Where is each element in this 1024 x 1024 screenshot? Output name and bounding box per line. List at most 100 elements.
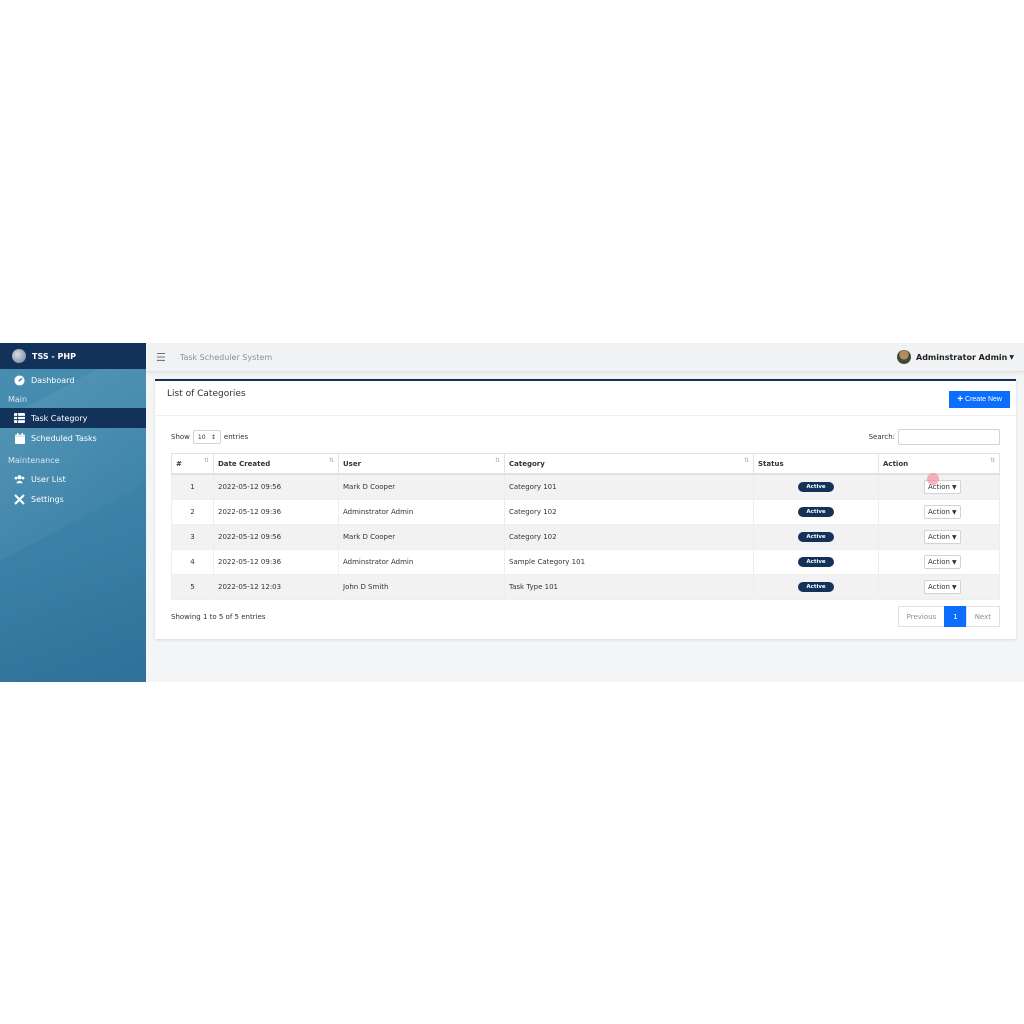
sidebar-item-label: Scheduled Tasks [31,433,97,443]
sidebar-item-label: Settings [31,494,64,504]
brand[interactable]: TSS - PHP [0,343,146,369]
cell-user: Mark D Cooper [338,524,505,550]
brand-title: TSS - PHP [32,351,76,361]
create-new-label: Create New [965,396,1002,403]
avatar [897,350,911,364]
page-button-current[interactable]: 1 [944,606,967,627]
caret-down-icon: ▼ [951,533,957,541]
caret-down-icon: ▼ [1009,353,1014,361]
cell-user: Mark D Cooper [338,473,505,500]
table-row: 3 2022-05-12 09:56 Mark D Cooper Categor… [171,524,1000,550]
topbar: ☰ Task Scheduler System Adminstrator Adm… [146,343,1024,372]
column-header-date-created[interactable]: Date Created ⇅ [213,453,339,475]
sort-icon: ⇅ [743,457,749,464]
table-grid-icon [14,413,25,424]
cell-status: Active [753,499,879,525]
cell-category: Category 102 [504,499,754,525]
tools-icon [14,493,25,505]
cell-number: 1 [171,473,214,500]
system-name: Task Scheduler System [179,352,273,362]
cell-user: John D Smith [338,574,505,600]
cell-number: 4 [171,549,214,575]
entries-length-control: Show 10 ↕ entries [171,430,248,444]
table-info: Showing 1 to 5 of 5 entries [171,612,266,621]
user-menu[interactable]: Adminstrator Admin ▼ [897,350,1014,364]
entries-label: entries [223,433,249,441]
select-arrows-icon: ↕ [210,433,216,441]
action-dropdown-button[interactable]: Action ▼ [924,555,961,569]
table-row: 4 2022-05-12 09:36 Adminstrator Admin Sa… [171,549,1000,575]
sort-icon: ⇅ [989,457,995,464]
categories-card: List of Categories + Create New Show 10 … [155,379,1016,639]
mouse-cursor-highlight [927,473,939,485]
cell-action: Action ▼ [878,473,1000,500]
cell-action: Action ▼ [878,499,1000,525]
sort-icon: ⇅ [203,457,209,464]
column-header-number[interactable]: # ⇅ [171,453,214,475]
status-badge: Active [798,582,834,592]
column-header-status[interactable]: Status [753,453,879,475]
pagination: Previous 1 Next [897,606,1000,627]
cell-date-created: 2022-05-12 09:56 [213,473,339,500]
cell-category: Sample Category 101 [504,549,754,575]
cell-status: Active [753,473,879,500]
show-label: Show [171,433,190,441]
entries-value: 10 [197,433,206,441]
next-page-button[interactable]: Next [965,606,1000,627]
table-footer: Showing 1 to 5 of 5 entries Previous 1 N… [155,606,1016,627]
cell-category: Task Type 101 [504,574,754,600]
action-dropdown-button[interactable]: Action ▼ [924,530,961,544]
cell-date-created: 2022-05-12 09:56 [213,524,339,550]
cell-date-created: 2022-05-12 12:03 [213,574,339,600]
cell-action: Action ▼ [878,549,1000,575]
cell-action: Action ▼ [878,574,1000,600]
users-icon [14,474,25,485]
table-row: 5 2022-05-12 12:03 John D Smith Task Typ… [171,574,1000,600]
card-title: List of Categories [167,389,246,399]
cell-status: Active [753,574,879,600]
cell-number: 5 [171,574,214,600]
table-row: 1 2022-05-12 09:56 Mark D Cooper Categor… [171,473,1000,500]
entries-select[interactable]: 10 ↕ [192,430,221,444]
cell-number: 2 [171,499,214,525]
cell-user: Adminstrator Admin [338,549,505,575]
status-badge: Active [798,507,834,517]
cell-date-created: 2022-05-12 09:36 [213,549,339,575]
action-dropdown-button[interactable]: Action ▼ [924,580,961,594]
action-dropdown-button[interactable]: Action ▼ [924,505,961,519]
table-row: 2 2022-05-12 09:36 Adminstrator Admin Ca… [171,499,1000,525]
sidebar-item-scheduled-tasks[interactable]: Scheduled Tasks [0,428,146,448]
sidebar: TSS - PHP Dashboard Main Task Category S… [0,343,146,682]
previous-page-button[interactable]: Previous [897,606,946,627]
sort-icon: ⇅ [494,457,500,464]
sidebar-item-label: User List [31,474,66,484]
status-badge: Active [798,482,834,492]
sidebar-item-user-list[interactable]: User List [0,469,146,489]
sort-icon: ⇅ [328,457,334,464]
main-content: ☰ Task Scheduler System Adminstrator Adm… [146,343,1024,682]
caret-down-icon: ▼ [951,583,957,591]
cell-category: Category 102 [504,524,754,550]
cell-category: Category 101 [504,473,754,500]
sidebar-section-main: Main [8,394,28,404]
cell-number: 3 [171,524,214,550]
table-header-row: # ⇅ Date Created ⇅ User ⇅ Category ⇅ Status … [171,453,1000,475]
column-header-action[interactable]: Action ⇅ [878,453,1000,475]
search-control: Search: [869,429,1000,445]
sidebar-item-dashboard[interactable]: Dashboard [0,370,146,390]
search-input[interactable] [898,429,1000,445]
hamburger-menu-icon[interactable]: ☰ [156,351,166,364]
sidebar-item-settings[interactable]: Settings [0,489,146,509]
cell-user: Adminstrator Admin [338,499,505,525]
user-name: Adminstrator Admin [916,352,1008,362]
calendar-icon [14,432,25,444]
column-header-user[interactable]: User ⇅ [338,453,505,475]
create-new-button[interactable]: + Create New [949,391,1010,408]
column-header-category[interactable]: Category ⇅ [504,453,754,475]
cell-date-created: 2022-05-12 09:36 [213,499,339,525]
plus-icon: + [957,394,964,405]
sidebar-item-task-category[interactable]: Task Category [0,408,146,428]
status-badge: Active [798,532,834,542]
app-window: TSS - PHP Dashboard Main Task Category S… [0,343,1024,682]
table-controls: Show 10 ↕ entries Search: [155,427,1016,447]
